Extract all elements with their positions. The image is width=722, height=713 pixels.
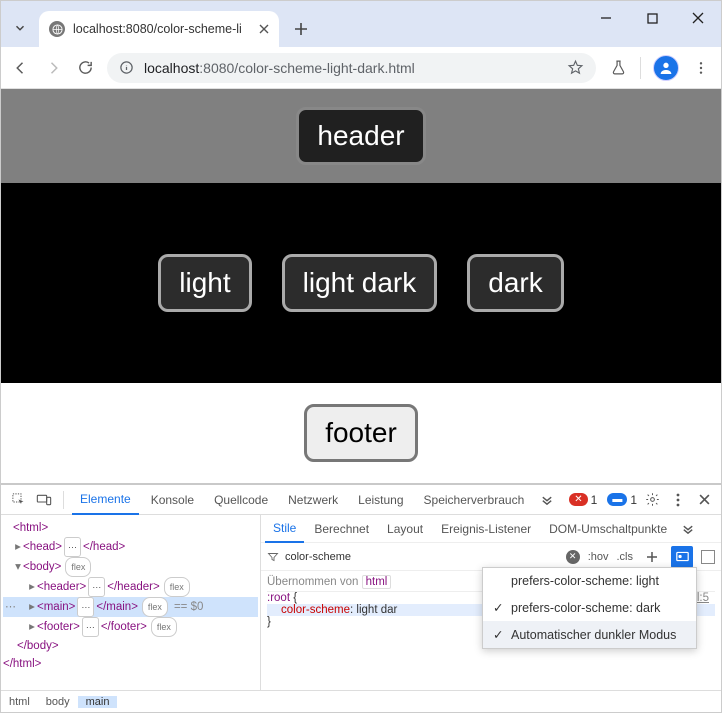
computed-toggle-icon[interactable]: [701, 550, 715, 564]
dark-button[interactable]: dark: [467, 254, 563, 312]
tab-search-button[interactable]: [9, 17, 31, 39]
light-button[interactable]: light: [158, 254, 251, 312]
crumb-html[interactable]: html: [1, 696, 38, 708]
device-icon[interactable]: [33, 489, 55, 511]
popup-item-light[interactable]: prefers-color-scheme: light: [483, 568, 696, 594]
clear-filter-icon[interactable]: ✕: [566, 550, 580, 564]
browser-toolbar: localhost:8080/color-scheme-light-dark.h…: [1, 47, 721, 89]
tab-sources[interactable]: Quellcode: [206, 485, 276, 515]
new-tab-button[interactable]: [287, 15, 315, 43]
kebab-icon[interactable]: [667, 489, 689, 511]
filter-icon: [267, 551, 279, 563]
popup-item-auto-dark[interactable]: ✓Automatischer dunkler Modus: [483, 621, 696, 648]
crumb-main[interactable]: main: [78, 696, 118, 708]
subtab-computed[interactable]: Berechnet: [306, 515, 377, 543]
subtab-layout[interactable]: Layout: [379, 515, 431, 543]
labs-icon[interactable]: [608, 59, 628, 76]
subtab-listeners[interactable]: Ereignis-Listener: [433, 515, 539, 543]
inspect-icon[interactable]: [7, 489, 29, 511]
filter-input[interactable]: color-scheme ✕: [267, 550, 580, 564]
new-rule-icon[interactable]: [641, 546, 663, 568]
light-dark-button[interactable]: light dark: [282, 254, 438, 312]
more-tabs-icon[interactable]: [536, 489, 558, 511]
error-indicator[interactable]: ✕1: [569, 493, 597, 507]
dom-breadcrumbs[interactable]: html body main: [1, 690, 721, 712]
devtools-tabs: Elemente Konsole Quellcode Netzwerk Leis…: [1, 485, 721, 515]
tab-title: localhost:8080/color-scheme-li: [73, 22, 251, 36]
menu-button[interactable]: [691, 60, 711, 76]
dom-tree[interactable]: <html> ▸<head>⋯</head> ▾<body>flex ▸<hea…: [1, 515, 261, 690]
close-icon[interactable]: [259, 24, 269, 34]
tab-performance[interactable]: Leistung: [350, 485, 411, 515]
close-devtools-icon[interactable]: [693, 489, 715, 511]
color-scheme-popup: prefers-color-scheme: light ✓prefers-col…: [482, 567, 697, 649]
devtools-panel: Elemente Konsole Quellcode Netzwerk Leis…: [1, 483, 721, 712]
subtab-breakpoints[interactable]: DOM-Umschaltpunkte: [541, 515, 675, 543]
tab-console[interactable]: Konsole: [143, 485, 202, 515]
profile-avatar[interactable]: [653, 55, 679, 81]
browser-titlebar: localhost:8080/color-scheme-li: [1, 1, 721, 47]
window-controls: [583, 1, 721, 35]
maximize-button[interactable]: [629, 1, 675, 35]
page-footer: footer: [1, 383, 721, 483]
page-viewport: header light light dark dark footer: [1, 89, 721, 483]
info-indicator[interactable]: ▬1: [607, 493, 637, 507]
header-button[interactable]: header: [296, 107, 425, 165]
reload-button[interactable]: [75, 59, 95, 76]
separator: [63, 491, 64, 509]
tab-elements[interactable]: Elemente: [72, 485, 139, 515]
tab-memory[interactable]: Speicherverbrauch: [416, 485, 533, 515]
page-header: header: [1, 89, 721, 183]
popup-item-dark[interactable]: ✓prefers-color-scheme: dark: [483, 594, 696, 621]
browser-tab[interactable]: localhost:8080/color-scheme-li: [39, 11, 279, 47]
bookmark-icon[interactable]: [567, 59, 584, 76]
rendering-emulation-icon[interactable]: [671, 546, 693, 568]
minimize-button[interactable]: [583, 1, 629, 35]
site-info-icon[interactable]: [119, 60, 134, 75]
forward-button[interactable]: [43, 59, 63, 77]
close-window-button[interactable]: [675, 1, 721, 35]
styles-pane: Stile Berechnet Layout Ereignis-Listener…: [261, 515, 721, 690]
hov-toggle[interactable]: :hov: [588, 551, 609, 563]
footer-button[interactable]: footer: [304, 404, 418, 462]
settings-icon[interactable]: [641, 489, 663, 511]
back-button[interactable]: [11, 59, 31, 77]
url-text: localhost:8080/color-scheme-light-dark.h…: [144, 60, 415, 76]
info-icon: ▬: [607, 493, 627, 506]
error-icon: ✕: [569, 493, 587, 506]
subtab-styles[interactable]: Stile: [265, 515, 304, 543]
globe-icon: [49, 21, 65, 37]
crumb-body[interactable]: body: [38, 696, 78, 708]
chevron-down-icon: [13, 21, 27, 35]
page-main: light light dark dark: [1, 183, 721, 383]
separator: [640, 57, 641, 79]
address-bar[interactable]: localhost:8080/color-scheme-light-dark.h…: [107, 53, 596, 83]
cls-toggle[interactable]: .cls: [617, 551, 634, 563]
more-subtabs-icon[interactable]: [677, 518, 699, 540]
tab-network[interactable]: Netzwerk: [280, 485, 346, 515]
styles-subtabs: Stile Berechnet Layout Ereignis-Listener…: [261, 515, 721, 543]
